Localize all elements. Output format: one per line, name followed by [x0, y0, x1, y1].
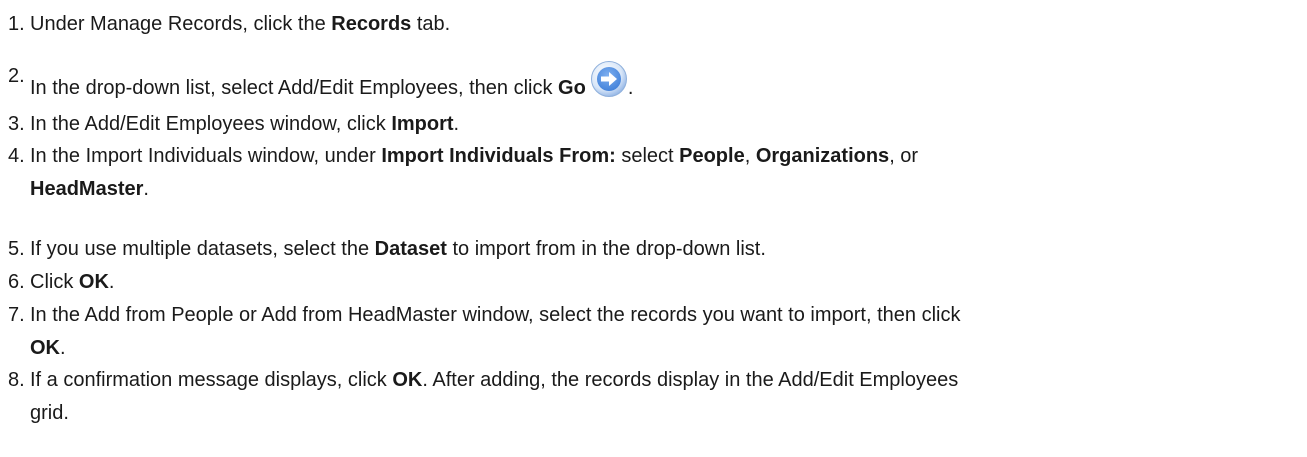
step-item: 6. Click OK. [0, 266, 1307, 299]
step-fragment: If a confirmation message displays, clic… [30, 369, 393, 391]
step-fragment: In the Import Individuals window, under [30, 145, 382, 167]
step-emphasis: Import [391, 113, 454, 135]
step-fragment: tab. [411, 13, 451, 35]
step-fragment: . [60, 337, 66, 359]
step-text: In the drop-down list, select Add/Edit E… [30, 61, 634, 99]
step-emphasis: OK [78, 271, 109, 293]
step-emphasis: HeadMaster [30, 178, 144, 200]
step-fragment: . After adding, the records display in t… [422, 369, 959, 391]
step-fragment: In the Add from People or Add from HeadM… [30, 304, 961, 326]
step-item: 7. In the Add from People or Add from Hea… [0, 299, 1307, 365]
step-number: 4. [8, 145, 25, 167]
step-fragment: , or [889, 145, 919, 167]
go-arrow-icon [590, 60, 628, 98]
step-text: If you use multiple datasets, select the… [30, 238, 766, 260]
step-text: In the Add/Edit Employees window, click … [30, 113, 459, 135]
step-emphasis: People [679, 145, 745, 167]
step-number: 3. [8, 113, 25, 135]
step-number: 2. [8, 65, 25, 87]
step-emphasis: Organizations [755, 145, 890, 167]
step-number: 6. [8, 271, 25, 293]
step-fragment: If you use multiple datasets, select the [30, 238, 375, 260]
step-emphasis: Dataset [374, 238, 447, 260]
step-emphasis: OK [392, 369, 423, 391]
step-item: 3. In the Add/Edit Employees window, clic… [0, 108, 1307, 141]
step-fragment: Click [30, 271, 79, 293]
step-item: 8. If a confirmation message displays, cl… [0, 364, 1307, 430]
step-fragment: In the Add/Edit Employees window, click [30, 113, 392, 135]
step-number: 5. [8, 238, 25, 260]
step-fragment: . [627, 77, 634, 99]
step-text: In the Add from People or Add from HeadM… [30, 304, 960, 359]
step-fragment: Under Manage Records, click the [30, 13, 332, 35]
step-text: Click OK. [30, 271, 114, 293]
step-text: Under Manage Records, click the Records … [30, 13, 450, 35]
step-item: 4. In the Import Individuals window, unde… [0, 140, 1307, 206]
step-number: 1. [8, 13, 25, 35]
step-fragment: . [453, 113, 460, 135]
step-fragment: to import from in the drop-down list. [446, 238, 766, 260]
step-fragment: select [615, 145, 680, 167]
step-item: 5. If you use multiple datasets, select t… [0, 233, 1307, 266]
step-fragment: . [143, 178, 149, 200]
step-fragment: grid. [30, 402, 69, 424]
step-emphasis: Import Individuals From: [381, 145, 616, 167]
step-fragment: . [108, 271, 115, 293]
step-item: 1. Under Manage Records, click the Record… [0, 8, 1307, 41]
step-number: 7. [8, 304, 25, 326]
step-emphasis: Records [331, 13, 412, 35]
step-emphasis: Go [558, 77, 586, 99]
step-text: In the Import Individuals window, under … [30, 145, 918, 200]
step-fragment: In the drop-down list, select Add/Edit E… [30, 77, 559, 99]
step-item: 2. In the drop-down list, select Add/Edit… [0, 60, 1307, 105]
step-emphasis: OK [30, 337, 60, 359]
step-number: 8. [8, 369, 25, 391]
step-text: If a confirmation message displays, clic… [30, 369, 958, 424]
step-fragment: , [744, 145, 756, 167]
